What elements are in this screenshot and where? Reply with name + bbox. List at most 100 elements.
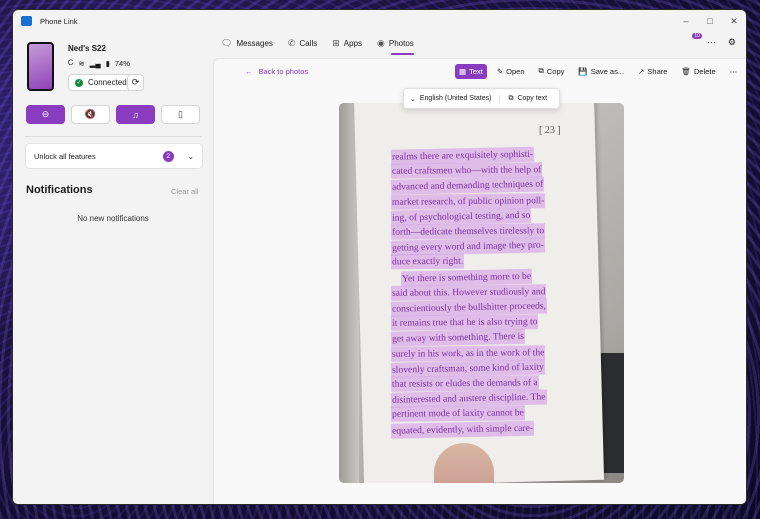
- photos-icon: ◉: [377, 38, 385, 48]
- copy-icon: ⧉: [538, 66, 544, 75]
- text-line-row: getting every word and image they pro-: [390, 237, 571, 257]
- check-icon: ✓: [75, 78, 83, 87]
- toolbar-label: Copy: [546, 66, 565, 76]
- recognized-text[interactable]: realms there are exquisitely sophisti-ca…: [390, 146, 571, 439]
- connection-label: Connected: [88, 78, 127, 87]
- text-line[interactable]: get away with something. There is: [390, 329, 526, 348]
- tab-label: Calls: [299, 39, 318, 48]
- connection-status: ✓ Connected: [68, 74, 134, 91]
- phone-screen-button[interactable]: ▯: [161, 105, 200, 124]
- text-line-row: conscientiously the bullshitter proceeds…: [390, 298, 571, 317]
- more-options-button[interactable]: ⋯: [726, 64, 742, 79]
- signal-icon: ▂▄: [89, 58, 101, 68]
- copy-icon: ⧉: [508, 94, 514, 102]
- refresh-button[interactable]: ⟳: [127, 74, 144, 91]
- phone-link-window: Phone Link – □ ✕ Ned's S22 Ꮯ ≋ ▂▄ ▮ 74% …: [12, 9, 747, 505]
- chevron-down-icon: ⌄: [410, 95, 416, 103]
- music-button[interactable]: ♫: [116, 105, 155, 124]
- text-line[interactable]: duce exactly right.: [390, 254, 465, 271]
- toolbar-label: Text: [469, 66, 483, 76]
- text-line-row: get away with something. There is: [390, 329, 571, 348]
- mute-button[interactable]: 🔇: [71, 105, 110, 124]
- do-not-disturb-button[interactable]: ⊖: [26, 105, 65, 124]
- text-line-row: pertinent mode of laxity cannot be: [390, 405, 571, 423]
- title-bar: Phone Link – □ ✕: [13, 10, 746, 32]
- copy-text-label: Copy text: [517, 94, 548, 102]
- tab-messages[interactable]: 🗨 Messages: [221, 38, 273, 49]
- phone-screen-icon: ▯: [178, 109, 183, 119]
- header-actions: ⋯ 10 ⚙: [692, 33, 736, 48]
- refresh-icon: ⟳: [131, 77, 140, 87]
- photo-toolbar: ▦ Text ✎ Open ⧉ Copy 💾 Save as... ↗ Share 🗑 De…: [455, 63, 741, 79]
- back-arrow-icon: ←: [245, 67, 253, 76]
- window-controls: – □ ✕: [674, 16, 746, 27]
- settings-icon[interactable]: ⚙: [728, 37, 736, 48]
- notifications-title: Notifications: [26, 184, 93, 196]
- text-line-row: market research, of public opinion poll-: [390, 192, 571, 210]
- text-line-row: slovenly craftsman, some kind of laxity: [390, 359, 571, 378]
- unlock-badge: 2: [162, 150, 174, 162]
- text-line[interactable]: equated, evidently, with simple care-: [390, 420, 535, 439]
- ellipsis-icon: ⋯: [729, 66, 738, 76]
- tab-apps[interactable]: ⊞ Apps: [332, 38, 362, 49]
- share-icon: ↗: [638, 66, 645, 76]
- text-button[interactable]: ▦ Text: [455, 63, 487, 79]
- toolbar-label: Save as...: [590, 66, 625, 76]
- back-label: Back to photos: [258, 67, 309, 76]
- text-line-row: equated, evidently, with simple care-: [390, 420, 571, 439]
- notifications-button[interactable]: ⋯ 10: [692, 33, 716, 48]
- more-notifications-icon: ⋯: [706, 37, 716, 47]
- phone-link-app-icon: [21, 16, 32, 26]
- quick-actions: ⊖ 🔇 ♫ ▯: [26, 105, 200, 124]
- toolbar-label: Delete: [693, 66, 716, 76]
- back-to-photos-link[interactable]: ← Back to photos: [245, 67, 308, 76]
- text-line-row: realms there are exquisitely sophisti-: [390, 146, 571, 165]
- share-button[interactable]: ↗ Share: [634, 64, 671, 79]
- device-status-row: Ꮯ ≋ ▂▄ ▮ 74%: [68, 58, 130, 68]
- text-line-row: advanced and demanding techniques of: [390, 176, 571, 196]
- bluetooth-icon: Ꮯ: [68, 58, 74, 67]
- tab-calls[interactable]: ✆ Calls: [288, 38, 317, 49]
- save-icon: 💾: [578, 66, 588, 76]
- chevron-down-icon: ⌄: [187, 151, 194, 161]
- music-icon: ♫: [132, 109, 139, 120]
- minimize-icon[interactable]: –: [674, 16, 698, 27]
- phone-icon: ✆: [287, 38, 296, 48]
- empty-notifications: No new notifications: [77, 214, 149, 223]
- copy-button[interactable]: ⧉ Copy: [535, 63, 569, 79]
- battery-level: 74%: [114, 58, 130, 68]
- window-title: Phone Link: [40, 16, 78, 26]
- delete-button[interactable]: 🗑 Delete: [677, 64, 719, 79]
- language-label: English (United States): [419, 95, 492, 102]
- text-line[interactable]: pertinent mode of laxity cannot be: [390, 405, 525, 423]
- open-icon: ✎: [496, 66, 504, 76]
- close-icon[interactable]: ✕: [722, 16, 746, 27]
- tab-photos[interactable]: ◉ Photos: [377, 38, 414, 55]
- open-button[interactable]: ✎ Open: [493, 64, 529, 79]
- mute-icon: 🔇: [84, 109, 97, 119]
- photo-image: [ 23 ] realms there are exquisitely soph…: [339, 103, 624, 483]
- maximize-icon[interactable]: □: [698, 16, 722, 27]
- copy-text-button[interactable]: ⧉ Copy text: [508, 95, 547, 103]
- text-scan-icon: ▦: [459, 66, 467, 76]
- save-as-button[interactable]: 💾 Save as...: [574, 64, 628, 79]
- apps-icon: ⊞: [332, 38, 340, 48]
- unlock-features-button[interactable]: Unlock all features 2 ⌄: [25, 143, 203, 169]
- tab-label: Apps: [343, 39, 363, 48]
- clear-all-button[interactable]: Clear all: [171, 187, 199, 196]
- unlock-label: Unlock all features: [34, 151, 96, 161]
- left-panel: Ned's S22 Ꮯ ≋ ▂▄ ▮ 74% ✓ Connected ⟳ ⊖ 🔇…: [13, 32, 213, 504]
- tab-label: Messages: [236, 39, 273, 48]
- main-nav: 🗨 Messages ✆ Calls ⊞ Apps ◉ Photos: [221, 38, 414, 55]
- language-dropdown[interactable]: ⌄ English (United States): [410, 94, 501, 103]
- battery-icon: ▮: [105, 58, 110, 68]
- toolbar-label: Share: [647, 66, 668, 76]
- tab-label: Photos: [388, 39, 414, 48]
- text-line-row: it remains true that he is also trying t…: [390, 314, 571, 332]
- do-not-disturb-icon: ⊖: [41, 109, 50, 119]
- message-icon: 🗨: [221, 38, 233, 48]
- divider: [25, 136, 201, 137]
- wifi-icon: ≋: [78, 58, 85, 68]
- trash-icon: 🗑: [681, 66, 691, 76]
- text-line-row: duce exactly right.: [390, 254, 571, 271]
